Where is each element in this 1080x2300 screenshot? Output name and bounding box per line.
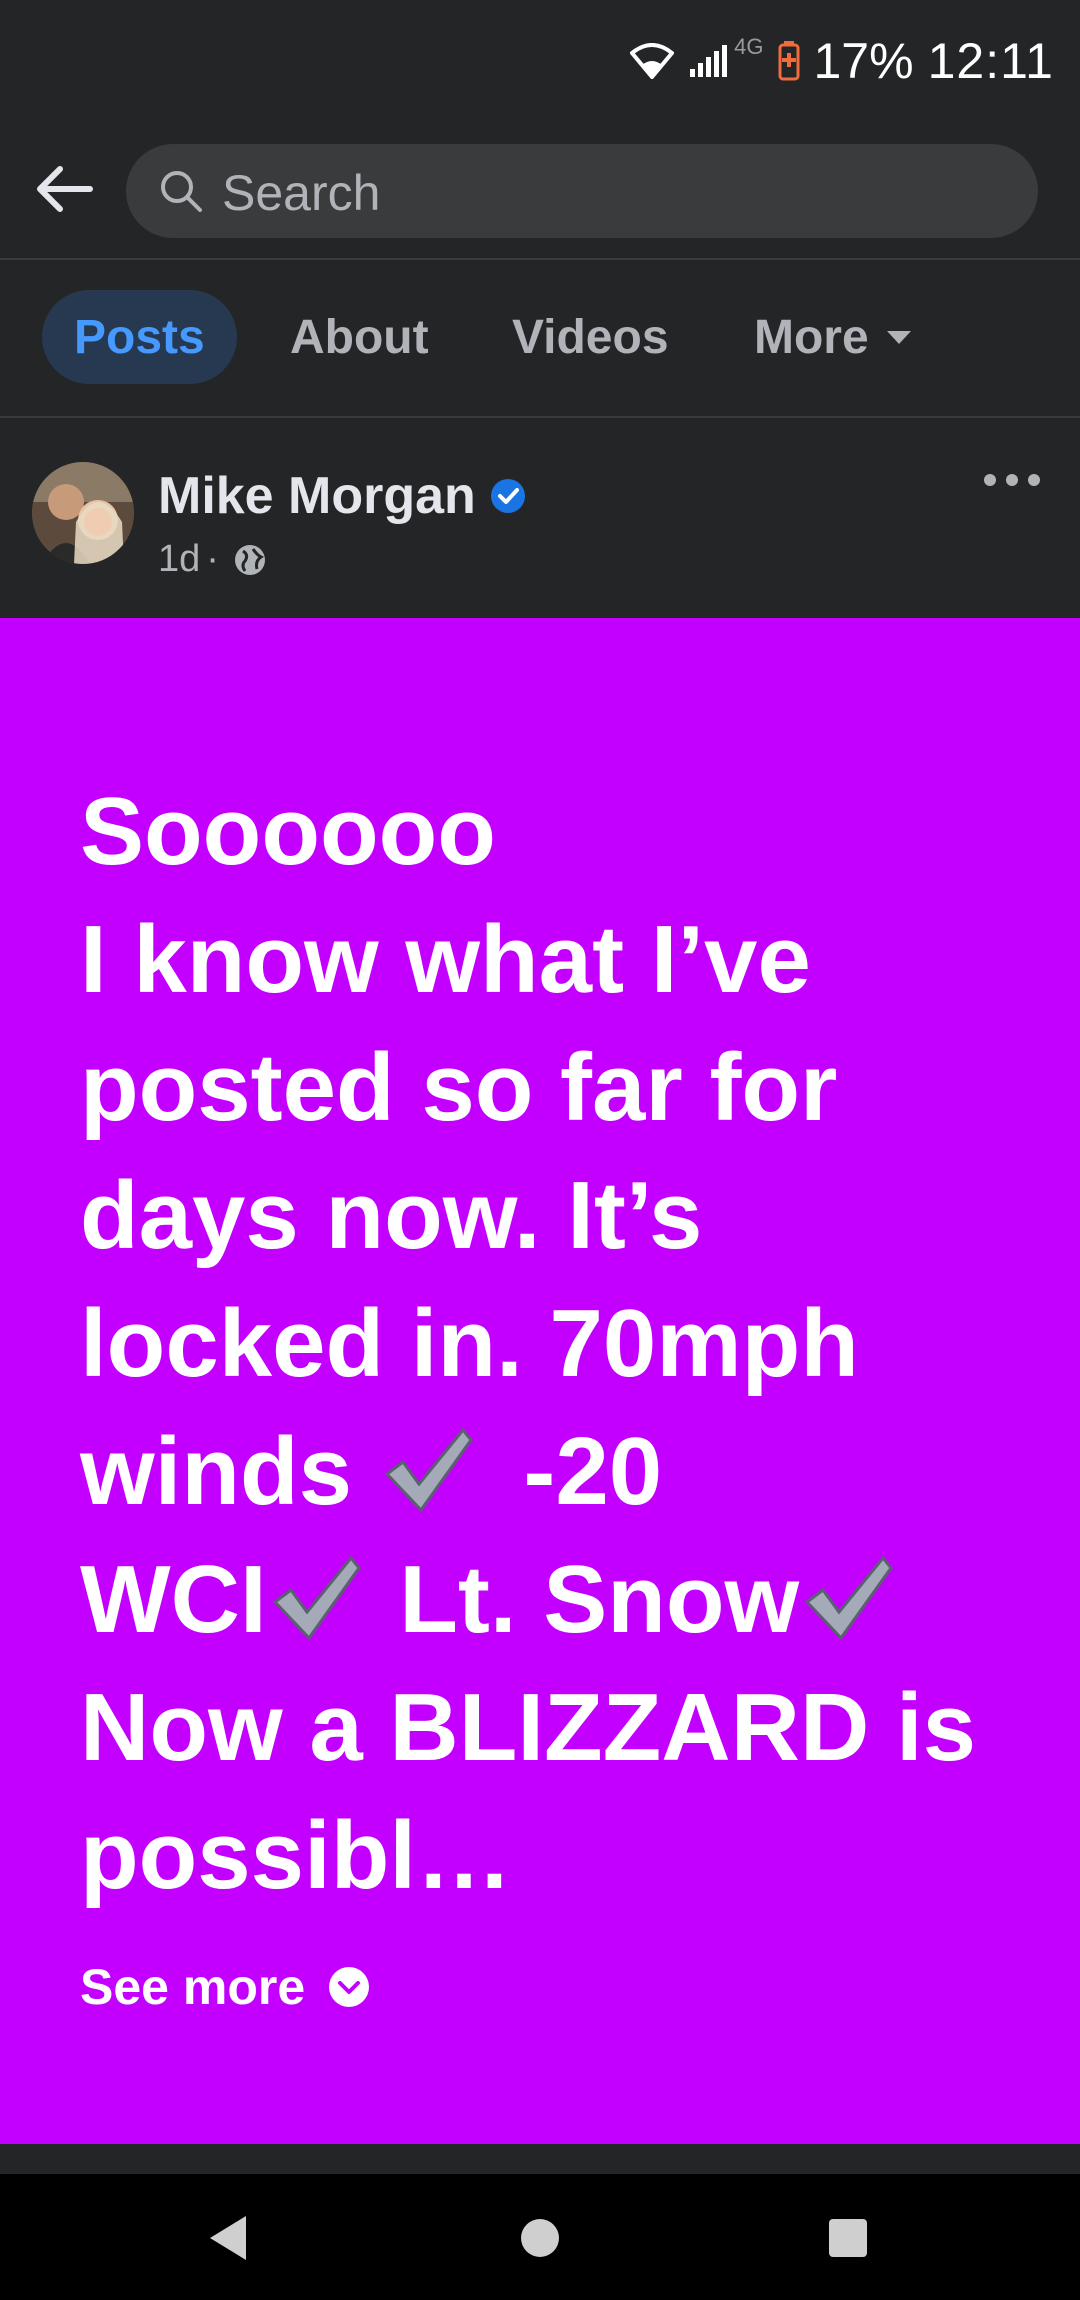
nav-recents-icon[interactable] bbox=[829, 2219, 867, 2257]
see-more-label: See more bbox=[80, 1959, 306, 2015]
nav-back-icon[interactable] bbox=[210, 2216, 246, 2260]
author-row: Mike Morgan bbox=[158, 466, 526, 526]
verified-badge-icon bbox=[490, 479, 525, 513]
post-text-line: locked in. 70mph bbox=[80, 1290, 859, 1397]
caret-down-icon bbox=[886, 330, 911, 344]
tab-more-label: More bbox=[754, 310, 869, 364]
post-body[interactable]: Soooooo I know what I’ve posted so far f… bbox=[0, 618, 1080, 2144]
system-nav-bar bbox=[0, 2174, 1080, 2300]
nav-home-icon[interactable] bbox=[521, 2219, 559, 2257]
wifi-icon bbox=[630, 43, 675, 79]
avatar-photo bbox=[32, 462, 134, 564]
back-button[interactable] bbox=[26, 156, 102, 222]
post-text-line: possibl… bbox=[80, 1802, 513, 1909]
post-text-segment: WCI bbox=[80, 1546, 267, 1653]
search-icon bbox=[161, 171, 202, 212]
post-text-line: Now a BLIZZARD is bbox=[80, 1674, 977, 1781]
search-input[interactable]: Search bbox=[126, 144, 1038, 238]
dot bbox=[1006, 474, 1018, 486]
status-icons: 4G 17% 12:11 bbox=[630, 30, 1054, 92]
dot bbox=[1028, 474, 1040, 486]
post-text-line: days now. It’s bbox=[80, 1162, 703, 1269]
post-options-button[interactable] bbox=[984, 468, 1040, 492]
post-text: Soooooo I know what I’ve posted so far f… bbox=[80, 768, 1020, 1920]
battery-percent: 17% bbox=[813, 33, 914, 89]
check-mark-icon bbox=[272, 1555, 361, 1641]
avatar[interactable] bbox=[32, 462, 134, 564]
signal-icon bbox=[690, 45, 728, 77]
check-mark-icon bbox=[384, 1427, 473, 1513]
search-placeholder: Search bbox=[222, 165, 381, 221]
clock: 12:11 bbox=[927, 33, 1054, 89]
feed-divider bbox=[0, 2144, 1080, 2174]
tab-posts[interactable]: Posts bbox=[42, 290, 237, 384]
tab-about[interactable]: About bbox=[290, 290, 429, 384]
post-text-line: winds -20 bbox=[80, 1408, 1020, 1536]
post-meta: 1d · bbox=[158, 538, 267, 581]
arrow-left-icon bbox=[37, 166, 93, 212]
post-text-segment: Lt. Snow bbox=[399, 1546, 800, 1653]
post-time[interactable]: 1d bbox=[158, 538, 200, 581]
profile-tabs: Posts About Videos More bbox=[0, 260, 1080, 418]
tab-more[interactable]: More bbox=[754, 290, 911, 384]
globe-icon bbox=[234, 544, 265, 575]
dot bbox=[984, 474, 996, 486]
post-text-segment: winds bbox=[80, 1418, 353, 1525]
tab-videos[interactable]: Videos bbox=[512, 290, 669, 384]
post-text-line: WCI Lt. Snow bbox=[80, 1536, 1020, 1664]
battery-low-icon bbox=[778, 41, 799, 81]
author-name[interactable]: Mike Morgan bbox=[158, 466, 476, 526]
post-header: Mike Morgan 1d · bbox=[0, 428, 1080, 618]
search-header: Search bbox=[0, 120, 1080, 260]
post-text-line: posted so far for bbox=[80, 1034, 838, 1141]
post-text-line: Soooooo bbox=[80, 778, 496, 885]
post-text-segment: -20 bbox=[523, 1418, 663, 1525]
check-mark-icon bbox=[804, 1555, 894, 1641]
post-text-line: I know what I’ve bbox=[80, 906, 811, 1013]
meta-separator: · bbox=[206, 538, 219, 580]
see-more-button[interactable]: See more bbox=[80, 1958, 371, 2016]
chevron-down-circle-icon bbox=[329, 1967, 370, 2007]
network-type: 4G bbox=[734, 34, 764, 59]
status-bar: 4G 17% 12:11 bbox=[0, 0, 1080, 120]
